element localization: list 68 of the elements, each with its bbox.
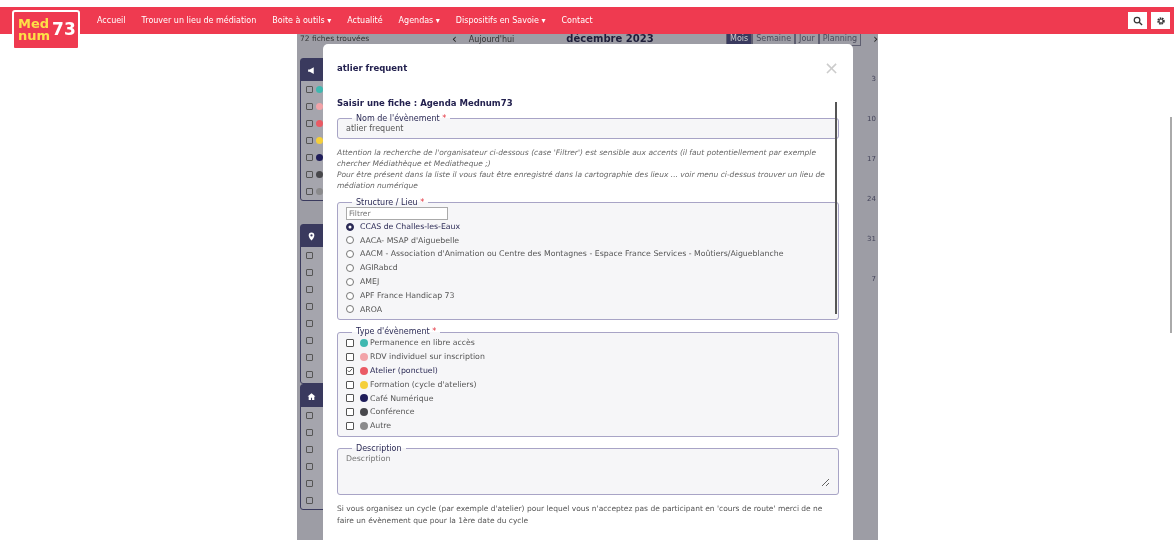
search-button[interactable] [1128, 12, 1147, 29]
nav-link[interactable]: Trouver un lieu de médiation [141, 14, 257, 27]
checkbox[interactable] [306, 188, 313, 195]
checkbox[interactable] [306, 286, 313, 293]
radio-button[interactable] [346, 277, 354, 286]
house-icon [307, 391, 316, 401]
required-marker: * [420, 197, 425, 207]
map-pin-icon [307, 231, 316, 241]
radio-button[interactable] [346, 222, 354, 231]
name-field[interactable]: Nom de l'évènement * atlier frequent [337, 114, 839, 139]
settings-icon [1155, 15, 1166, 26]
checkbox[interactable] [306, 429, 313, 436]
previous-button[interactable]: ‹ [452, 34, 457, 44]
radio-button[interactable] [346, 250, 354, 259]
form-title: Saisir une fiche : Agenda Mednum73 [337, 97, 514, 110]
field-label: Description [355, 444, 403, 453]
dropdown-menu-link[interactable]: Dispositifs en Savoie ▾ [455, 14, 546, 27]
checkbox[interactable] [306, 103, 313, 110]
checkbox[interactable] [306, 497, 313, 504]
checkbox[interactable] [306, 171, 313, 178]
checkbox[interactable] [306, 354, 313, 361]
checkbox[interactable] [306, 337, 313, 344]
checkbox[interactable] [346, 353, 354, 361]
nav-link[interactable]: Accueil [97, 14, 126, 27]
text-input[interactable]: atlier frequent [346, 122, 830, 135]
nav-link[interactable]: Actualité [347, 14, 383, 27]
checkbox[interactable] [306, 120, 313, 127]
checkbox[interactable] [306, 269, 313, 276]
checkbox[interactable] [306, 371, 313, 378]
search-icon [1132, 15, 1143, 26]
field-label: Nom de l'évènement * [355, 114, 448, 123]
logo-text: num [18, 30, 51, 42]
checkbox[interactable] [306, 86, 313, 93]
settings-button[interactable] [1151, 12, 1170, 29]
required-marker: * [432, 327, 437, 337]
logo-text: Med [18, 18, 51, 30]
next-button[interactable]: › [873, 34, 878, 44]
radio-button[interactable] [346, 264, 354, 273]
checkbox[interactable] [306, 252, 313, 259]
checkbox[interactable] [346, 339, 354, 348]
checkbox[interactable] [306, 137, 313, 144]
checkbox[interactable] [306, 154, 313, 161]
checkbox[interactable] [346, 380, 354, 389]
megaphone-icon [307, 65, 316, 75]
modal-title: atlier frequent [337, 61, 408, 75]
field-label: Type d'évènement * [355, 328, 438, 337]
checkbox[interactable] [346, 422, 354, 430]
radio-button[interactable] [346, 305, 354, 314]
checkbox[interactable] [306, 303, 313, 310]
logo-number: 73 [52, 18, 76, 42]
checkbox[interactable] [346, 408, 354, 417]
radio-button[interactable] [346, 291, 354, 300]
checkbox[interactable] [306, 480, 313, 487]
dropdown-menu-link[interactable]: Agendas ▾ [398, 14, 440, 27]
checkbox[interactable] [306, 463, 313, 470]
today-button[interactable]: Aujourd'hui [468, 34, 515, 44]
radio-button[interactable] [346, 236, 354, 245]
check-icon [347, 367, 353, 375]
checkbox[interactable] [306, 446, 313, 453]
dropdown-menu-link[interactable]: Boite à outils ▾ [272, 14, 332, 27]
checkbox[interactable] [306, 412, 313, 419]
checkbox[interactable] [346, 366, 354, 375]
calendar-month: décembre 2023 [566, 34, 654, 44]
required-marker: * [442, 113, 447, 123]
field-label: Structure / Lieu * [355, 198, 426, 207]
nav-link[interactable]: Contact [561, 14, 593, 27]
checkbox[interactable] [346, 394, 354, 403]
checkbox[interactable] [306, 320, 313, 327]
